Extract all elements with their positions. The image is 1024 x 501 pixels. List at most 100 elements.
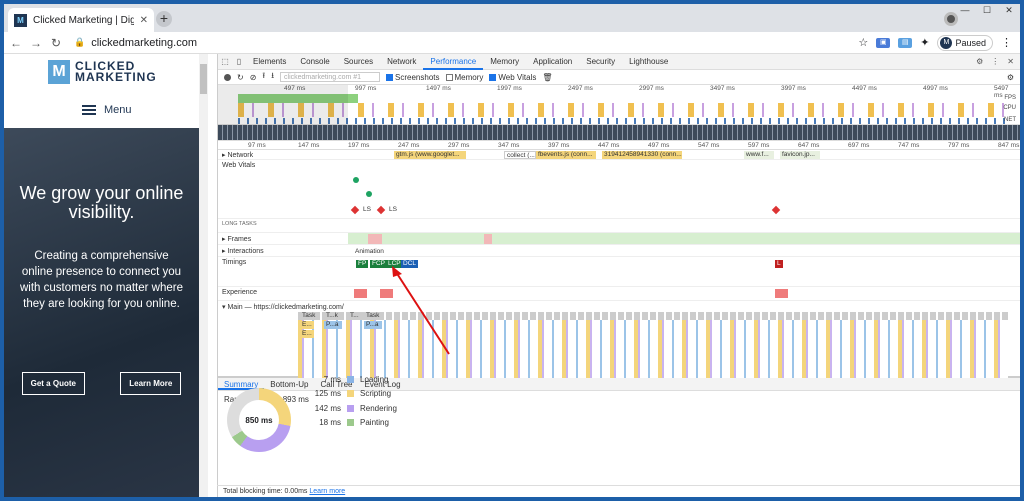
network-request[interactable]: favicon.jp... (780, 151, 820, 159)
gear-icon[interactable]: ⚙ (976, 57, 983, 66)
devtools-panel: ⬚ ▯ Elements Console Sources Network Per… (217, 54, 1020, 497)
overview-tick: 1997 ms (497, 85, 522, 92)
experience-track: Experience (218, 287, 1020, 301)
tab-sources[interactable]: Sources (337, 54, 380, 70)
new-tab-button[interactable]: + (156, 11, 172, 27)
dcl-marker[interactable]: DCL (401, 260, 419, 268)
long-tasks-track: LONG TASKS (218, 219, 1020, 233)
cpu-label: CPU (1003, 105, 1016, 111)
reload-profile-icon[interactable]: ↻ (237, 73, 244, 82)
upload-icon[interactable]: ⭱ (262, 70, 265, 84)
puzzle-icon[interactable]: ✦ (920, 36, 929, 49)
summary-row: 18 ms Painting (301, 416, 397, 431)
tab-memory[interactable]: Memory (483, 54, 526, 70)
memory-checkbox[interactable]: Memory (445, 73, 483, 82)
task-block[interactable]: Task (300, 312, 320, 320)
event-block[interactable]: E... (300, 330, 314, 338)
minimize-button[interactable]: — (954, 4, 976, 18)
learn-more-button[interactable]: Learn More (120, 372, 182, 395)
download-icon[interactable]: ⭳ (271, 70, 274, 84)
star-icon[interactable]: ☆ (858, 36, 868, 49)
extension-icon[interactable]: ▣ (876, 37, 891, 48)
logo-line2: MARKETING (75, 70, 157, 84)
load-marker[interactable]: L (775, 260, 783, 268)
fcp-marker[interactable]: FCP (370, 260, 387, 268)
settings-icon[interactable]: ⚙ (1007, 73, 1014, 82)
time-tick: 297 ms (448, 142, 470, 149)
tab-performance[interactable]: Performance (423, 54, 484, 70)
event-block[interactable]: E... (300, 321, 314, 329)
trash-icon[interactable]: 🗑 (542, 73, 552, 82)
performance-toolbar: ↻ ⊘ ⭱ ⭳ clickedmarketing.com #1 Screensh… (218, 70, 1020, 85)
interactions-track[interactable]: ▸ Interactions Animation (218, 245, 1020, 257)
parse-block[interactable]: P...a (324, 321, 342, 329)
close-icon[interactable]: ✕ (1007, 57, 1014, 66)
site-logo[interactable]: M CLICKED MARKETING (48, 60, 157, 84)
timeline-overview[interactable]: 497 ms 997 ms 1497 ms 1997 ms 2497 ms 2997 ms… (218, 85, 1020, 125)
time-tick: 147 ms (298, 142, 320, 149)
inspect-icon[interactable]: ⬚ (218, 57, 232, 66)
get-quote-button[interactable]: Get a Quote (21, 372, 85, 395)
reload-icon[interactable]: ↻ (48, 36, 64, 50)
network-request[interactable]: www.f... (744, 151, 774, 159)
overview-tick: 4997 ms (923, 85, 948, 92)
menu-button[interactable]: Menu (82, 104, 132, 116)
maximize-button[interactable]: ☐ (976, 4, 998, 18)
tab-lighthouse[interactable]: Lighthouse (622, 54, 675, 70)
task-block[interactable]: T...k (324, 312, 342, 320)
network-request[interactable]: fbevents.js (conn... (536, 151, 596, 159)
summary-value: 18 ms (319, 418, 341, 428)
network-request[interactable]: 319412458941330 (conn... (602, 151, 682, 159)
summary-row: 7 ms Loading (301, 372, 397, 387)
parse-block[interactable]: P...a (364, 321, 382, 329)
vital-marker[interactable] (366, 191, 372, 197)
layout-shift-marker[interactable] (376, 205, 386, 215)
address-bar[interactable]: 🔒 clickedmarketing.com (74, 37, 858, 49)
flame-chart[interactable] (298, 320, 1008, 378)
network-request[interactable]: collect (... (504, 151, 536, 159)
device-icon[interactable]: ▯ (232, 57, 246, 66)
selection-window[interactable] (218, 85, 348, 125)
frames-track[interactable]: ▸ Frames (218, 233, 1020, 245)
close-tab-icon[interactable]: ✕ (140, 15, 148, 26)
time-tick: 797 ms (948, 142, 970, 149)
avatar: M (940, 36, 953, 49)
network-request[interactable]: gtm.js (www.googlet... (394, 151, 466, 159)
summary-label: Painting (360, 418, 389, 428)
window-controls: — ☐ ✕ (954, 4, 1020, 18)
website-viewport: M CLICKED MARKETING Menu We grow your onl… (4, 54, 208, 497)
record-button[interactable] (224, 73, 231, 81)
close-window-button[interactable]: ✕ (998, 4, 1020, 18)
layout-shift-marker[interactable] (771, 205, 781, 215)
layout-shift-marker[interactable] (350, 205, 360, 215)
back-icon[interactable]: ← (8, 36, 24, 50)
browser-tab[interactable]: M Clicked Marketing | Digital Marke ✕ (8, 8, 154, 32)
task-block[interactable]: T... (348, 312, 362, 320)
tab-elements[interactable]: Elements (246, 54, 293, 70)
task-block[interactable]: Task (364, 312, 380, 320)
menu-dots-icon[interactable]: ⋮ (1001, 36, 1012, 49)
tab-security[interactable]: Security (579, 54, 622, 70)
summary-value: 142 ms (314, 403, 341, 413)
overview-tick: 4497 ms (852, 85, 877, 92)
vital-marker[interactable] (353, 177, 359, 183)
fp-marker[interactable]: FP (356, 260, 369, 268)
profile-select[interactable]: clickedmarketing.com #1 (280, 72, 381, 82)
main-thread-track[interactable]: ▾ Main — https://clickedmarketing.com/ T… (218, 301, 1020, 378)
web-vitals-checkbox[interactable]: Web Vitals (489, 73, 536, 82)
more-icon[interactable]: ⋮ (991, 57, 999, 66)
learn-more-link[interactable]: Learn more (309, 488, 345, 495)
screenshots-checkbox[interactable]: Screenshots (386, 73, 440, 82)
forward-icon[interactable]: → (28, 36, 44, 50)
tab-network[interactable]: Network (380, 54, 423, 70)
time-ruler: 97 ms 147 ms 197 ms 247 ms 297 ms 347 ms 397 m… (218, 141, 1020, 150)
extension-icon[interactable]: ▤ (898, 37, 913, 48)
tab-application[interactable]: Application (526, 54, 579, 70)
overview-tick: 1497 ms (426, 85, 451, 92)
hero-body: Creating a comprehensive online presence… (20, 250, 183, 310)
network-track[interactable]: ▸ Network gtm.js (www.googlet... collect… (218, 150, 1020, 160)
profile-button[interactable]: M Paused (937, 34, 993, 51)
clear-icon[interactable]: ⊘ (250, 73, 257, 82)
page-scrollbar[interactable] (199, 54, 208, 497)
tab-console[interactable]: Console (293, 54, 336, 70)
